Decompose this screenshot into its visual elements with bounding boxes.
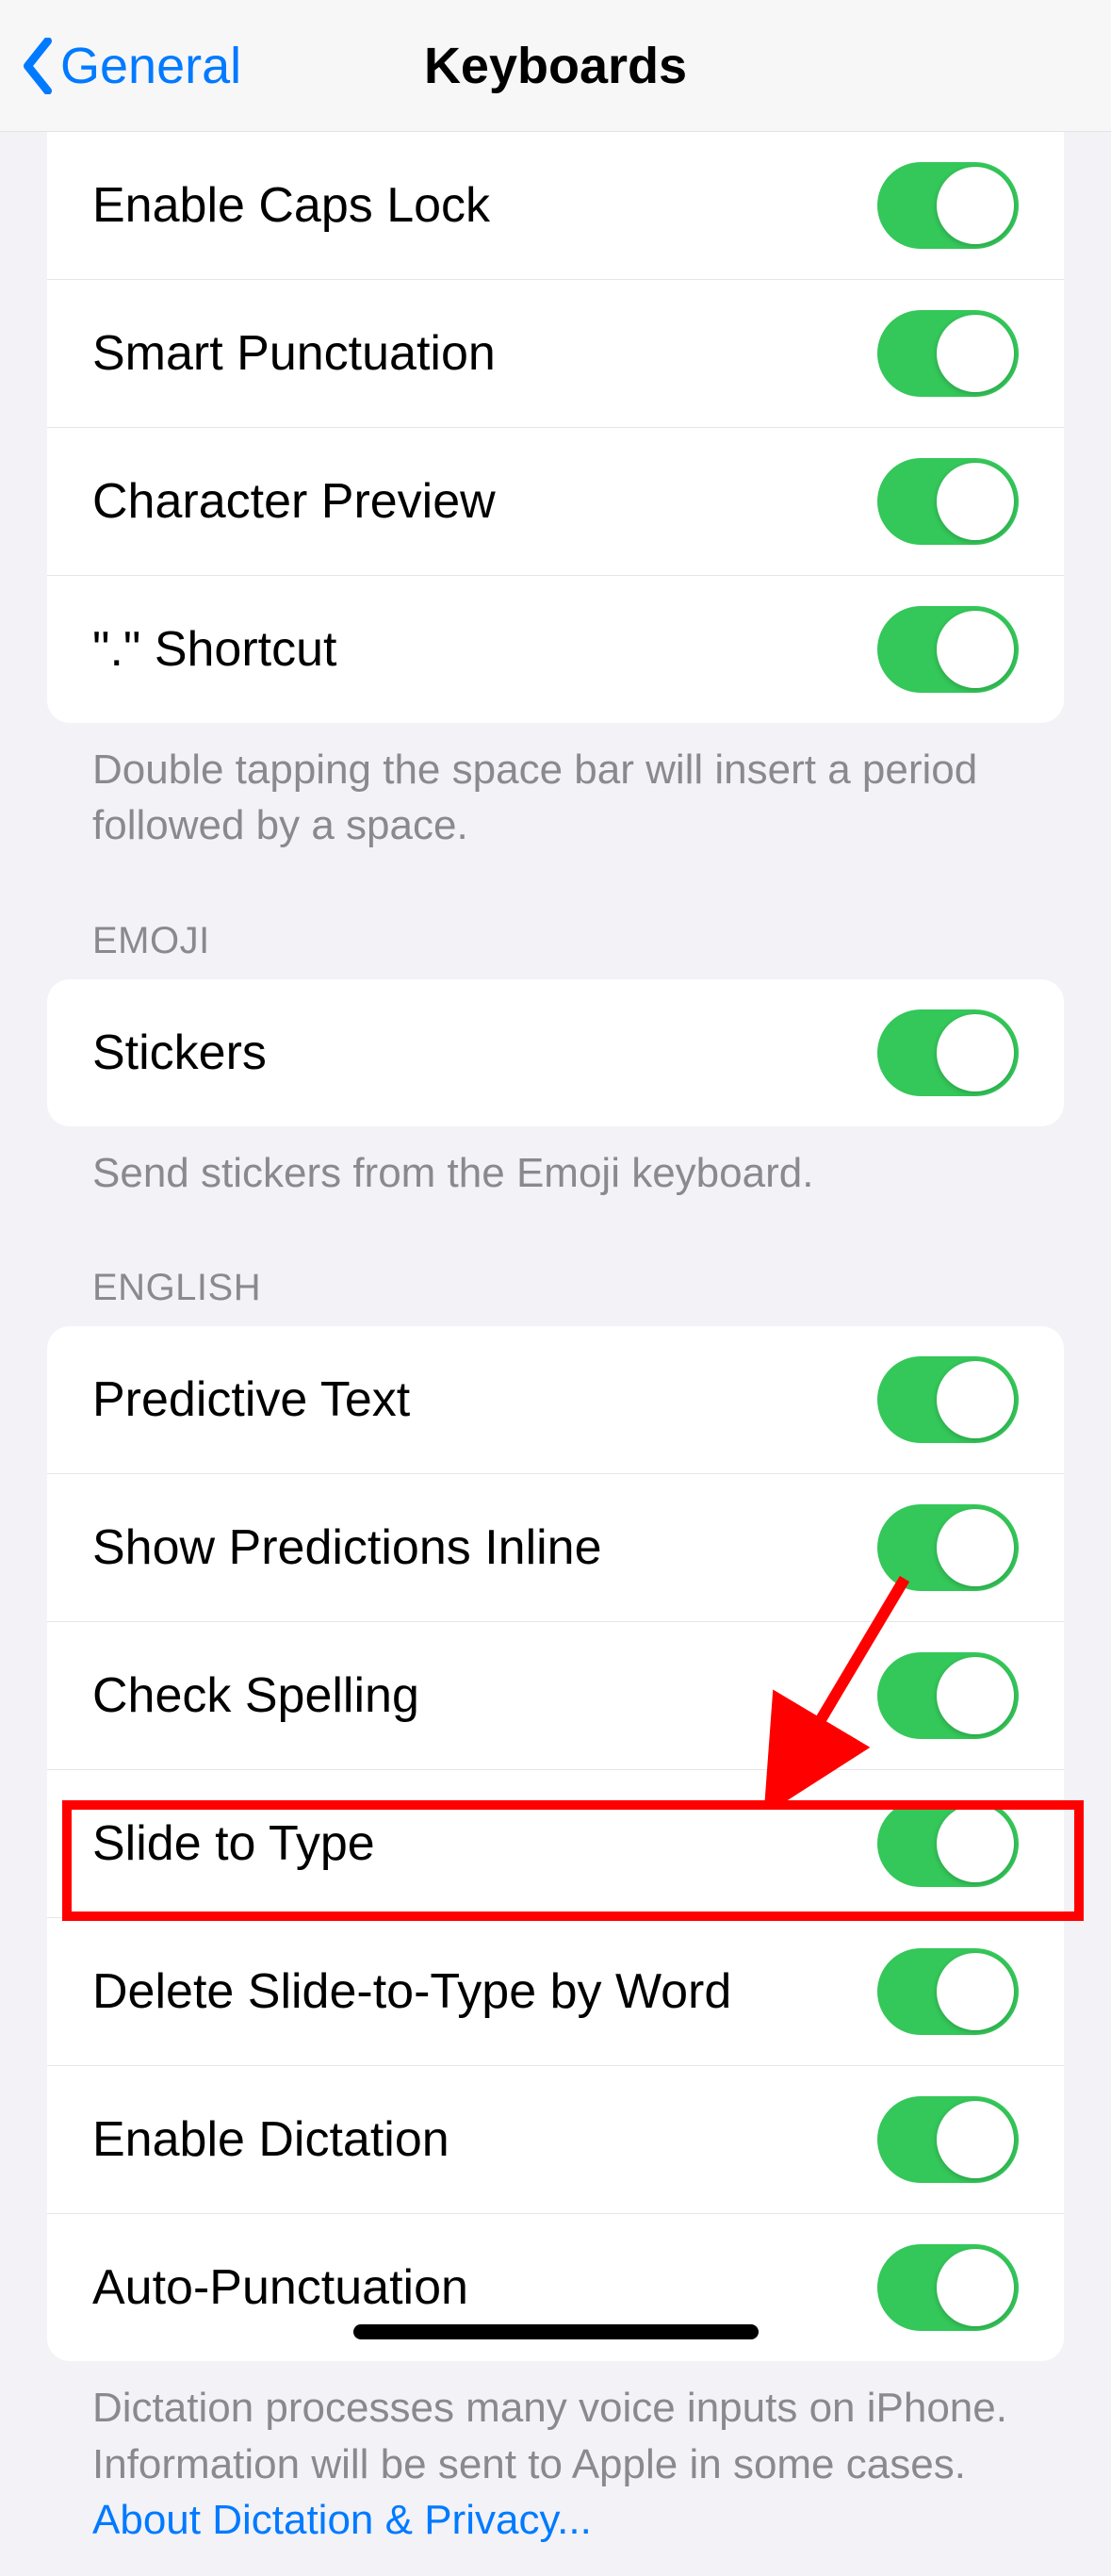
toggle-period-shortcut[interactable] <box>877 606 1019 693</box>
toggle-smart-punctuation[interactable] <box>877 310 1019 397</box>
toggle-auto-punctuation[interactable] <box>877 2244 1019 2331</box>
settings-group-english: Predictive Text Show Predictions Inline … <box>47 1326 1064 2361</box>
row-check-spelling[interactable]: Check Spelling <box>47 1622 1064 1770</box>
row-label: Delete Slide-to-Type by Word <box>92 1963 731 2020</box>
back-label: General <box>60 37 241 95</box>
row-label: Auto-Punctuation <box>92 2259 468 2316</box>
settings-group-emoji: Stickers <box>47 979 1064 1126</box>
row-predictive-text[interactable]: Predictive Text <box>47 1326 1064 1474</box>
toggle-enable-dictation[interactable] <box>877 2096 1019 2183</box>
row-character-preview[interactable]: Character Preview <box>47 428 1064 576</box>
row-label: Check Spelling <box>92 1667 419 1724</box>
row-slide-to-type[interactable]: Slide to Type <box>47 1770 1064 1918</box>
row-label: Character Preview <box>92 473 496 530</box>
row-delete-slide-to-type-by-word[interactable]: Delete Slide-to-Type by Word <box>47 1918 1064 2066</box>
chevron-left-icon <box>19 38 57 94</box>
row-label: Show Predictions Inline <box>92 1519 602 1576</box>
row-show-predictions-inline[interactable]: Show Predictions Inline <box>47 1474 1064 1622</box>
row-enable-caps-lock[interactable]: Enable Caps Lock <box>47 132 1064 280</box>
row-label: Stickers <box>92 1025 267 1081</box>
toggle-show-predictions-inline[interactable] <box>877 1504 1019 1591</box>
row-label: "." Shortcut <box>92 621 336 678</box>
about-dictation-privacy-link[interactable]: About Dictation & Privacy... <box>92 2497 592 2543</box>
back-button[interactable]: General <box>19 37 241 95</box>
toggle-stickers[interactable] <box>877 1009 1019 1096</box>
row-label: Enable Dictation <box>92 2111 449 2168</box>
group-footer-english: Dictation processes many voice inputs on… <box>47 2361 1064 2576</box>
toggle-check-spelling[interactable] <box>877 1652 1019 1739</box>
row-label: Smart Punctuation <box>92 325 496 382</box>
section-header-english: ENGLISH <box>47 1229 1064 1326</box>
home-indicator[interactable] <box>353 2324 759 2339</box>
section-header-emoji: EMOJI <box>47 882 1064 979</box>
group-footer-emoji: Send stickers from the Emoji keyboard. <box>47 1126 1064 1229</box>
row-smart-punctuation[interactable]: Smart Punctuation <box>47 280 1064 428</box>
toggle-enable-caps-lock[interactable] <box>877 162 1019 249</box>
settings-group-general: Enable Caps Lock Smart Punctuation Chara… <box>47 132 1064 723</box>
group-footer-general: Double tapping the space bar will insert… <box>47 723 1064 882</box>
navigation-bar: General Keyboards <box>0 0 1111 132</box>
toggle-predictive-text[interactable] <box>877 1356 1019 1443</box>
footer-text: Dictation processes many voice inputs on… <box>92 2385 1007 2486</box>
row-period-shortcut[interactable]: "." Shortcut <box>47 576 1064 723</box>
row-label: Predictive Text <box>92 1371 410 1428</box>
row-label: Enable Caps Lock <box>92 177 490 234</box>
row-stickers[interactable]: Stickers <box>47 979 1064 1126</box>
page-title: Keyboards <box>424 37 687 95</box>
row-enable-dictation[interactable]: Enable Dictation <box>47 2066 1064 2214</box>
toggle-character-preview[interactable] <box>877 458 1019 545</box>
toggle-slide-to-type[interactable] <box>877 1800 1019 1887</box>
toggle-delete-slide-to-type[interactable] <box>877 1948 1019 2035</box>
row-label: Slide to Type <box>92 1815 375 1872</box>
